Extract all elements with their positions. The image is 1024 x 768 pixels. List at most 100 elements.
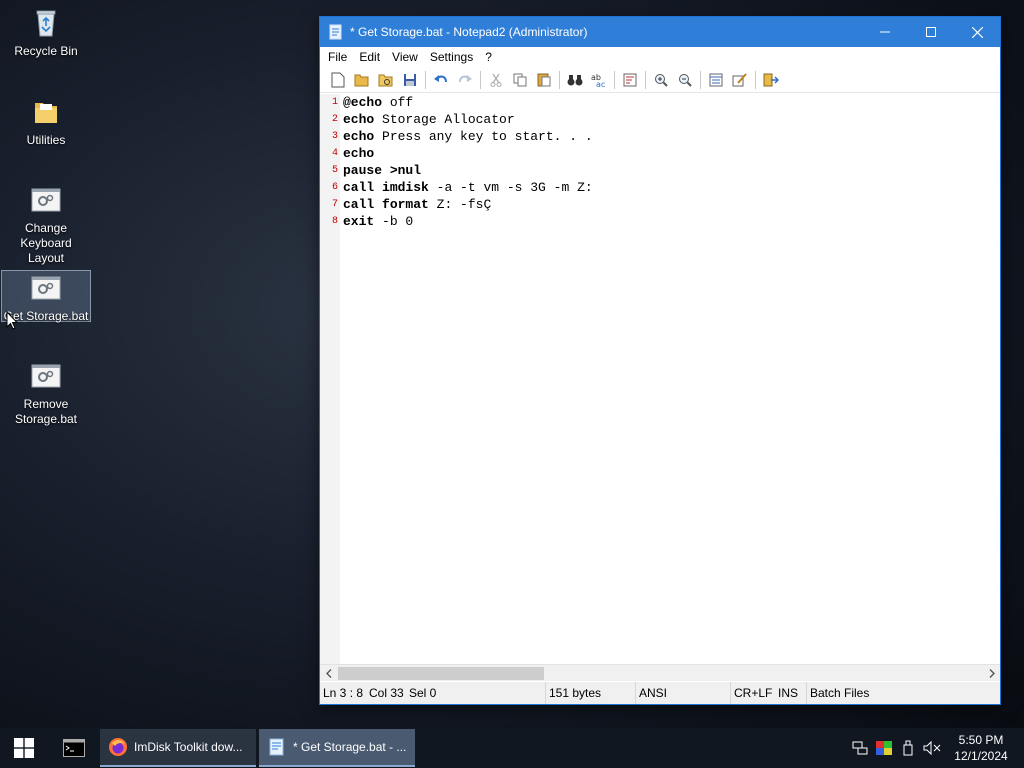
code-text: -a -t vm -s 3G -m Z: <box>428 180 593 195</box>
scheme-button[interactable] <box>704 69 728 91</box>
browse-folder-icon <box>378 74 393 86</box>
editor-area[interactable]: 1 @echo off 2 echo Storage Allocator 3 e… <box>320 94 1000 672</box>
keyword: imdisk <box>382 180 429 195</box>
menu-view[interactable]: View <box>386 50 424 64</box>
color-tray-button[interactable] <box>872 728 896 768</box>
desktop-icon-label: Change Keyboard Layout <box>20 221 72 265</box>
chevron-right-icon <box>989 669 995 678</box>
status-insert-mode[interactable]: INS <box>775 682 807 704</box>
paste-button[interactable] <box>532 69 556 91</box>
keyword: pause <box>343 163 383 178</box>
scrollbar-thumb[interactable] <box>338 667 544 680</box>
browse-button[interactable] <box>374 69 398 91</box>
clock-time: 5:50 PM <box>958 733 1004 747</box>
command-prompt-icon <box>63 739 85 757</box>
show-desktop-button[interactable] <box>1018 728 1024 768</box>
menu-settings[interactable]: Settings <box>424 50 479 64</box>
toolbar-separator <box>614 70 615 89</box>
customize-scheme-button[interactable] <box>728 69 752 91</box>
replace-button[interactable]: ab ac <box>587 69 611 91</box>
desktop-icon-utilities[interactable]: Utilities <box>1 95 91 148</box>
close-button[interactable] <box>954 17 1000 47</box>
minimize-button[interactable] <box>862 17 908 47</box>
keyword: echo <box>343 112 375 127</box>
batch-file-gears-icon <box>31 364 61 388</box>
start-button[interactable] <box>0 728 48 768</box>
menu-file[interactable]: File <box>322 50 353 64</box>
code-line: 1 @echo off <box>320 94 593 111</box>
exit-button[interactable] <box>759 69 783 91</box>
open-folder-icon <box>354 74 369 86</box>
taskbar: ImDisk Toolkit dow... * Get Storage.bat … <box>0 728 1024 768</box>
desktop-icon-remove-storage-bat[interactable]: Remove Storage.bat <box>1 359 91 427</box>
toolbar-separator <box>645 70 646 89</box>
code-text: Z: -fsÇ <box>428 197 492 212</box>
line-number: 4 <box>331 148 338 159</box>
redo-button[interactable] <box>453 69 477 91</box>
menu-edit[interactable]: Edit <box>353 50 386 64</box>
exit-icon <box>763 73 779 86</box>
taskbar-task-label: ImDisk Toolkit dow... <box>134 740 243 754</box>
open-button[interactable] <box>350 69 374 91</box>
replace-icon: abac <box>591 73 605 88</box>
copy-button[interactable] <box>508 69 532 91</box>
new-button[interactable] <box>326 69 350 91</box>
code-lines: 1 @echo off 2 echo Storage Allocator 3 e… <box>320 94 593 230</box>
scroll-right-button[interactable] <box>983 665 1000 682</box>
firefox-icon <box>109 738 127 756</box>
notepad2-window[interactable]: * Get Storage.bat - Notepad2 (Administra… <box>319 16 1001 705</box>
toolbar-separator <box>480 70 481 89</box>
recycle-bin-icon <box>36 10 56 37</box>
status-line-endings[interactable]: CR+LF <box>731 682 775 704</box>
menu-help[interactable]: ? <box>479 50 498 64</box>
taskbar-task-notepad2[interactable]: * Get Storage.bat - ... <box>259 729 415 767</box>
usb-tray-button[interactable] <box>896 728 920 768</box>
save-button[interactable] <box>398 69 422 91</box>
toolbar-separator <box>700 70 701 89</box>
notepad-icon <box>269 738 284 756</box>
desktop-icon-recycle-bin[interactable]: Recycle Bin <box>1 6 91 59</box>
notepad-icon <box>329 24 342 40</box>
keyword: @echo <box>343 95 383 110</box>
svg-text:ac: ac <box>596 80 605 88</box>
save-icon <box>404 73 416 86</box>
zoom-out-button[interactable] <box>673 69 697 91</box>
clock[interactable]: 5:50 PM 12/1/2024 <box>944 732 1018 764</box>
keyword: exit <box>343 214 375 229</box>
status-bar: Ln 3 : 8 Col 33 Sel 0 151 bytes ANSI CR+… <box>320 682 1000 704</box>
undo-button[interactable] <box>429 69 453 91</box>
code-text: Press any key to start. . . <box>374 129 593 144</box>
status-encoding[interactable]: ANSI <box>636 682 731 704</box>
desktop-icon-change-keyboard-layout[interactable]: Change Keyboard Layout <box>1 183 91 266</box>
cut-button[interactable] <box>484 69 508 91</box>
network-tray-button[interactable] <box>848 728 872 768</box>
status-scheme[interactable]: Batch Files <box>807 682 997 704</box>
batch-file-gears-icon <box>31 276 61 300</box>
line-number: 1 <box>331 97 338 108</box>
paste-icon <box>537 73 551 87</box>
maximize-button[interactable] <box>908 17 954 47</box>
volume-tray-button[interactable] <box>920 728 944 768</box>
maximize-icon <box>926 27 936 37</box>
zoom-in-icon <box>655 73 668 87</box>
line-number: 8 <box>331 216 338 227</box>
find-button[interactable] <box>563 69 587 91</box>
zoom-in-button[interactable] <box>649 69 673 91</box>
scroll-left-button[interactable] <box>320 665 337 682</box>
keyword: echo <box>343 146 375 161</box>
title-bar[interactable]: * Get Storage.bat - Notepad2 (Administra… <box>320 17 1000 47</box>
keyword: echo <box>343 129 375 144</box>
windows-logo-icon <box>14 738 34 758</box>
horizontal-scrollbar[interactable] <box>320 664 1000 681</box>
status-size: 151 bytes <box>546 682 636 704</box>
batch-file-gears-icon <box>31 188 61 212</box>
keyword: call <box>343 197 375 212</box>
command-prompt-taskbar-button[interactable] <box>48 728 100 768</box>
taskbar-task-firefox[interactable]: ImDisk Toolkit dow... <box>100 729 256 767</box>
line-number: 7 <box>331 199 338 210</box>
line-number: 2 <box>331 114 338 125</box>
line-number: 6 <box>331 182 338 193</box>
word-wrap-button[interactable] <box>618 69 642 91</box>
code-line: 7 call format Z: -fsÇ <box>320 196 593 213</box>
line-number: 3 <box>331 131 338 142</box>
